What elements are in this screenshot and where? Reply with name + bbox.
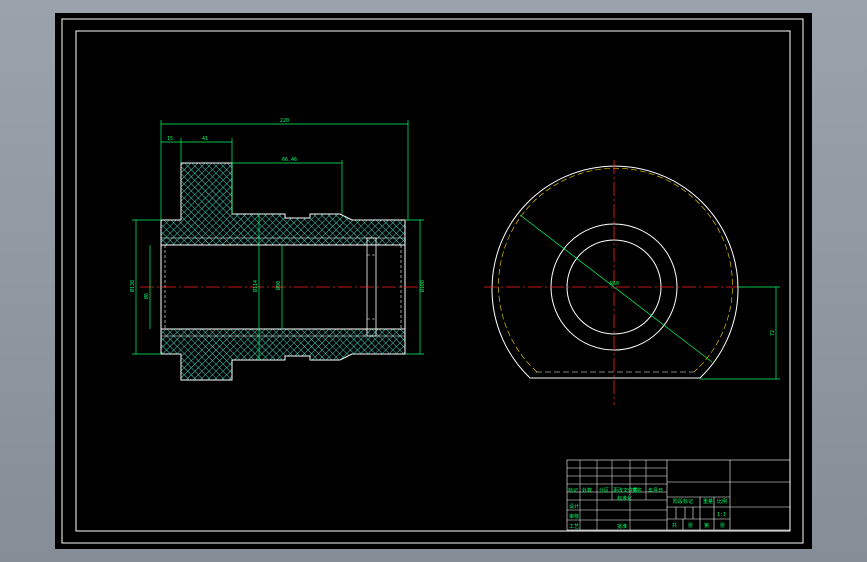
dim-outer-dia-left: Ø138 — [129, 280, 136, 292]
tb-cell-14: 共 — [672, 522, 677, 529]
tb-cell-17: 张 — [720, 522, 725, 529]
tb-cell-0: 标记 — [568, 487, 578, 494]
tb-cell-1: 处数 — [582, 487, 592, 494]
cad-viewport: 220 15 41 66.46 Ø138 Ø6 Ø114 Ø90 Ø108 R6… — [0, 0, 867, 562]
tb-cell-13: 批准 — [617, 523, 627, 530]
dim-bore-dia-left: Ø6 — [143, 293, 150, 299]
tb-cell-2: 分区 — [599, 487, 609, 494]
tb-cell-16: 第 — [704, 522, 709, 529]
drawing-sheet: 220 15 41 66.46 Ø138 Ø6 Ø114 Ø90 Ø108 R6… — [55, 13, 812, 549]
tb-cell-7: 标准化 — [617, 495, 632, 502]
dim-left-offset: 15 — [167, 136, 173, 142]
tb-cell-6: 设计 — [569, 503, 579, 510]
dim-bore-mid: Ø114 — [252, 280, 259, 292]
tb-cell-15: 张 — [688, 522, 693, 529]
tb-cell-9: 重量 — [703, 498, 713, 505]
paper — [55, 13, 812, 549]
tb-cell-8: 阶段标记 — [673, 498, 693, 505]
tb-cell-10: 比例 — [717, 498, 727, 505]
tb-cell-5: 年月日 — [648, 487, 663, 494]
dim-bore-mid2: Ø90 — [275, 281, 282, 290]
dim-neck-length: 66.46 — [282, 157, 297, 163]
tb-cell-12: 工艺 — [569, 524, 579, 530]
dim-flat-height: 72 — [770, 330, 776, 336]
dim-overall-length: 220 — [280, 118, 289, 124]
tb-cell-18: 1:1 — [717, 512, 726, 518]
dim-flange-width: 41 — [202, 136, 208, 142]
tb-cell-11: 审核 — [569, 513, 579, 520]
dim-radius: R60 — [610, 281, 619, 287]
dim-outer-dia-right: Ø108 — [419, 280, 426, 292]
tb-cell-4: 签名 — [632, 487, 642, 494]
